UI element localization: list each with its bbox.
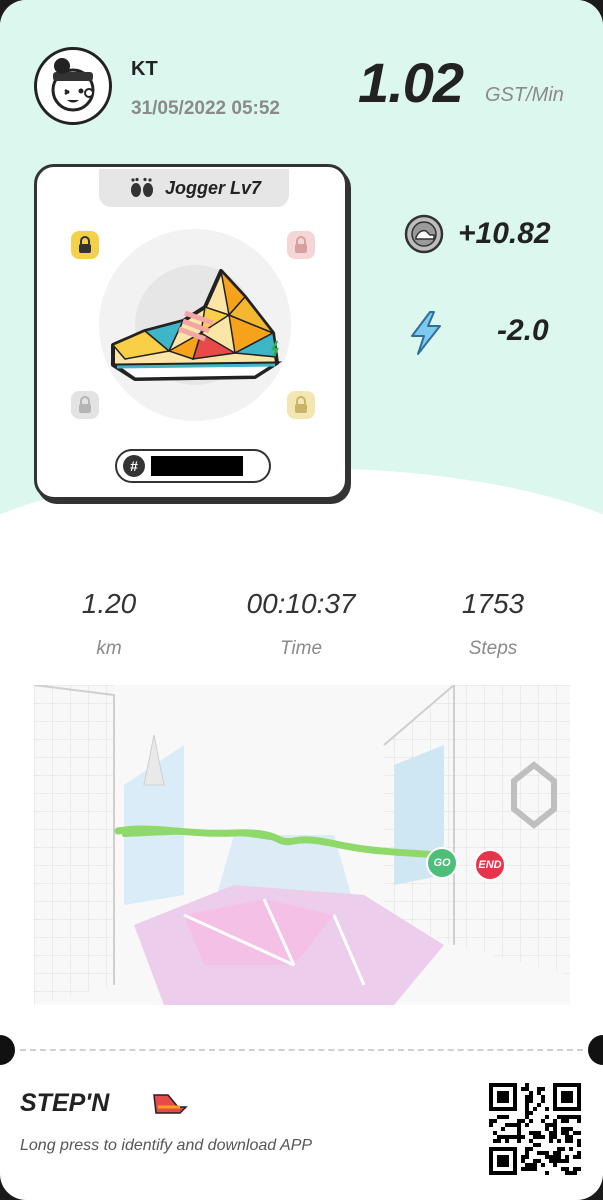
lock-icon xyxy=(295,236,307,253)
energy-used-value: -2.0 xyxy=(497,314,549,347)
share-card: KT 31/05/2022 05:52 1.02 GST/Min Jogger … xyxy=(0,0,603,1200)
steps-label: Steps xyxy=(468,638,518,659)
stepn-logo-mark: STEP'N xyxy=(20,1089,188,1117)
gst-earned-value: +10.82 xyxy=(458,217,551,250)
lock-icon xyxy=(295,396,307,413)
avatar[interactable] xyxy=(34,47,112,125)
sneaker-type-tab: Jogger Lv7 xyxy=(99,169,289,207)
gem-socket-top-right[interactable] xyxy=(287,231,315,259)
ticket-notch-left xyxy=(0,1035,15,1065)
ticket-divider xyxy=(20,1049,583,1051)
sneaker-id-prefix: # xyxy=(123,455,145,477)
run-datetime: 31/05/2022 05:52 xyxy=(131,98,280,119)
sneaker-id-pill: # xyxy=(115,449,271,483)
map-background xyxy=(34,685,570,1005)
download-qr-code[interactable] xyxy=(489,1083,581,1175)
lock-icon xyxy=(79,236,91,253)
lock-icon xyxy=(79,396,91,413)
qr-code-image xyxy=(489,1083,581,1175)
steps-value: 1753 xyxy=(461,588,525,619)
route-map[interactable]: GO END xyxy=(34,685,570,1005)
stat-distance: 1.20 km xyxy=(19,588,199,660)
download-hint: Long press to identify and download APP xyxy=(20,1137,313,1154)
gem-socket-top-left[interactable] xyxy=(71,231,99,259)
stat-steps: 1753 Steps xyxy=(403,588,583,660)
energy-icon xyxy=(411,311,441,355)
sneaker-card[interactable]: Jogger Lv7 # xyxy=(34,164,348,500)
sneaker-id-redacted xyxy=(151,456,243,476)
footprints-icon xyxy=(130,177,153,197)
time-value: 00:10:37 xyxy=(246,588,356,619)
earning-rate-unit: GST/Min xyxy=(485,84,564,106)
sneaker-image xyxy=(110,268,283,381)
time-label: Time xyxy=(279,638,323,659)
sneaker-type-label: Jogger Lv7 xyxy=(164,177,262,198)
svg-text:STEP'N: STEP'N xyxy=(20,1089,110,1117)
username: KT xyxy=(131,58,158,80)
route-end-marker[interactable]: END xyxy=(474,849,506,881)
gst-earned-row: +10.82 xyxy=(404,214,551,254)
gst-token-icon xyxy=(404,214,444,254)
distance-value: 1.20 xyxy=(81,588,137,619)
distance-label: km xyxy=(96,638,122,659)
earning-rate: 1.02 xyxy=(358,51,464,114)
route-start-marker[interactable]: GO xyxy=(426,847,458,879)
gem-socket-bottom-right[interactable] xyxy=(287,391,315,419)
avatar-face-icon xyxy=(51,58,95,112)
ticket-notch-right xyxy=(588,1035,603,1065)
gem-socket-bottom-left[interactable] xyxy=(71,391,99,419)
stepn-logo: STEP'N xyxy=(20,1087,190,1122)
stat-time: 00:10:37 Time xyxy=(211,588,391,660)
